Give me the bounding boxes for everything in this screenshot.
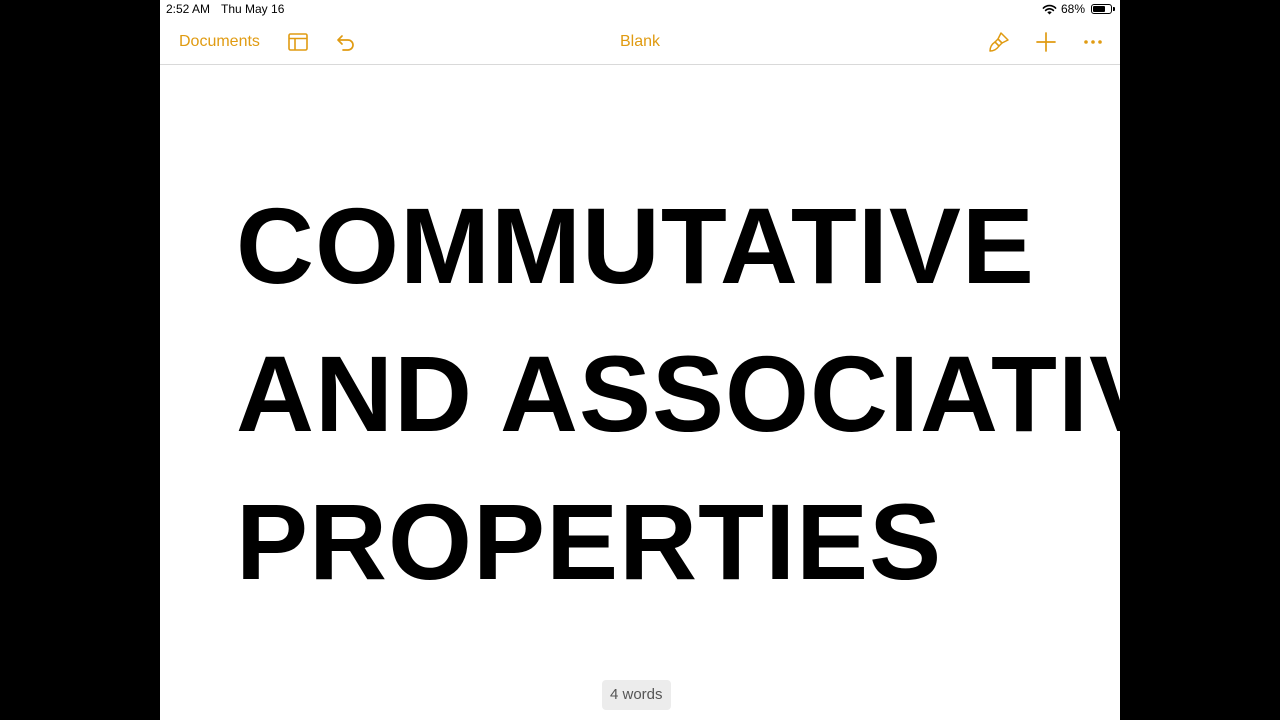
battery-fill [1093,6,1105,12]
documents-button[interactable]: Documents [179,33,260,51]
document-line-1: COMMUTATIVE [236,185,1035,306]
sidebar-layout-icon[interactable] [286,30,310,54]
undo-icon[interactable] [334,30,358,54]
wifi-icon [1042,4,1057,15]
document-body[interactable]: COMMUTATIVE AND ASSOCIATIVE PROPERTIES [236,172,1120,616]
toolbar: Documents Blank [160,20,1120,65]
status-date: Thu May 16 [221,2,285,16]
plus-icon[interactable] [1034,30,1058,54]
battery-percent: 68% [1060,2,1085,16]
more-icon[interactable] [1081,30,1105,54]
battery-icon [1091,4,1115,14]
status-right: 68% [1042,2,1115,16]
status-time: 2:52 AM [166,2,211,16]
document-line-3: PROPERTIES [236,481,943,602]
paintbrush-icon[interactable] [987,30,1011,54]
ipad-screen: 2:52 AM Thu May 16 68% Documents Blank C… [160,0,1120,720]
word-count-badge[interactable]: 4 words [602,680,671,710]
status-bar: 2:52 AM Thu May 16 68% [160,0,1120,20]
document-line-2: AND ASSOCIATIVE [236,333,1120,454]
battery-nub [1113,7,1115,11]
